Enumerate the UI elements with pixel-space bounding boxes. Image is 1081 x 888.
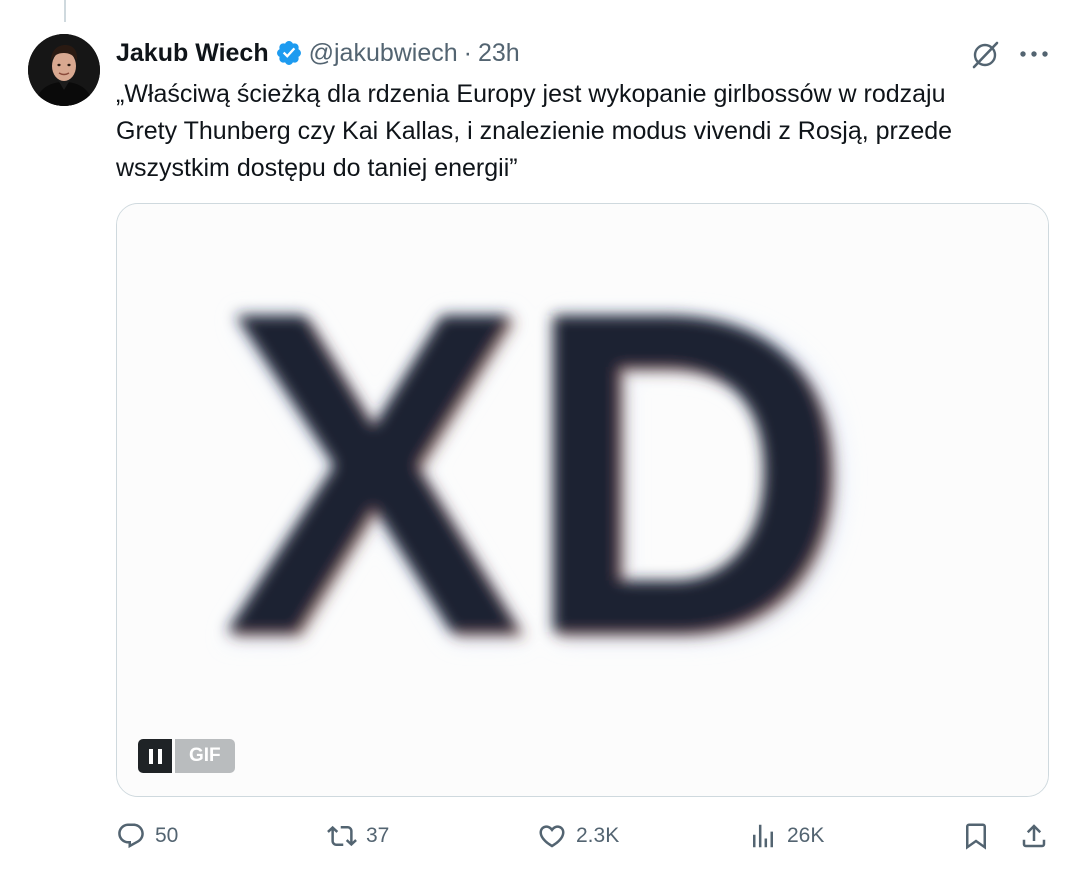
like-count: 2.3K <box>576 824 620 847</box>
thread-line <box>64 0 66 22</box>
like-icon <box>539 825 565 848</box>
author-name[interactable]: Jakub Wiech <box>116 39 269 68</box>
grok-icon <box>972 41 999 69</box>
repost-button[interactable]: 37 <box>327 815 389 857</box>
views-button[interactable]: 26K <box>748 815 824 857</box>
gif-text: XD <box>223 217 848 730</box>
gif-badge: GIF <box>175 739 235 773</box>
grok-button[interactable] <box>966 36 1004 74</box>
bookmark-button[interactable] <box>961 815 991 857</box>
tweet-text: „Właściwą ścieżką dla rdzenia Europy jes… <box>116 80 953 182</box>
views-icon <box>753 824 773 848</box>
pause-icon <box>148 748 153 764</box>
gif-controls: GIF <box>138 739 235 773</box>
more-button[interactable] <box>1014 36 1054 72</box>
like-button[interactable]: 2.3K <box>537 815 619 857</box>
share-button[interactable] <box>1019 815 1049 857</box>
reply-icon <box>118 823 144 849</box>
share-icon <box>1022 824 1046 848</box>
avatar[interactable] <box>28 34 100 106</box>
reply-button[interactable]: 50 <box>116 815 178 857</box>
bookmark-icon <box>966 823 986 850</box>
author-handle[interactable]: @jakubwiech <box>309 39 458 68</box>
verified-badge-icon[interactable] <box>275 39 303 67</box>
repost-count: 37 <box>366 824 390 847</box>
pause-button[interactable] <box>138 739 172 773</box>
gif-image: XD XD XD <box>117 204 1048 796</box>
avatar-image <box>28 34 100 106</box>
separator-dot: · <box>463 38 472 67</box>
views-count: 26K <box>787 824 825 847</box>
gif-media[interactable]: XD XD XD GIF <box>116 203 1049 797</box>
repost-icon <box>327 825 357 847</box>
tweet-header: Jakub Wiech @jakubwiech · 23h <box>116 36 520 70</box>
more-icon <box>1020 51 1048 57</box>
action-bar: 50 37 2.3K 26K <box>116 815 1051 857</box>
reply-count: 50 <box>155 824 179 847</box>
timestamp[interactable]: 23h <box>478 39 520 68</box>
